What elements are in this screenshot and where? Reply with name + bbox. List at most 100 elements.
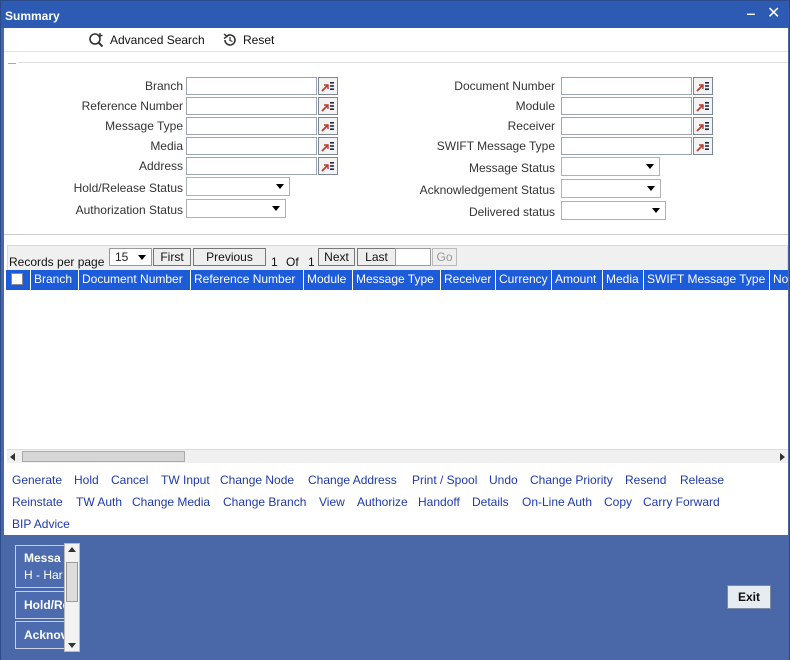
action-reinstate[interactable]: Reinstate: [12, 495, 63, 509]
module-lov-button[interactable]: [693, 97, 713, 115]
column-header[interactable]: Receiver: [440, 270, 495, 290]
acknowledgement-status-select[interactable]: [561, 179, 661, 198]
column-header[interactable]: No: [769, 270, 788, 290]
receiver-label: Receiver: [507, 119, 555, 133]
column-header[interactable]: Currency: [495, 270, 551, 290]
action-authorize[interactable]: Authorize: [357, 495, 408, 509]
action-change-priority[interactable]: Change Priority: [530, 473, 613, 487]
message-type-lov-button[interactable]: [318, 117, 338, 135]
media-input[interactable]: [186, 137, 317, 155]
hold-release-status-select[interactable]: [186, 177, 290, 196]
form-divider: [18, 62, 788, 63]
action-copy[interactable]: Copy: [604, 495, 632, 509]
swift-message-type-lov-button[interactable]: [693, 137, 713, 155]
scroll-left-icon[interactable]: [10, 453, 15, 461]
chevron-down-icon: [652, 208, 660, 213]
hold-release-status-label: Hold/Release Status: [73, 181, 183, 195]
media-lov-button[interactable]: [318, 137, 338, 155]
column-header[interactable]: Message Type: [352, 270, 440, 290]
address-input[interactable]: [186, 157, 317, 175]
list-of-values-icon: [321, 82, 334, 92]
branch-lov-button[interactable]: [318, 77, 338, 95]
document-number-input[interactable]: [561, 77, 692, 95]
column-header[interactable]: Document Number: [78, 270, 189, 290]
reference-number-lov-button[interactable]: [318, 97, 338, 115]
message-type-input[interactable]: [186, 117, 317, 135]
branch-input[interactable]: [186, 77, 317, 95]
column-header[interactable]: Branch: [30, 270, 77, 290]
last-page-button[interactable]: Last: [357, 248, 396, 266]
message-status-label: Message Status: [468, 161, 555, 175]
advanced-search-button[interactable]: Advanced Search: [88, 32, 205, 48]
address-lov-button[interactable]: [318, 157, 338, 175]
message-status-audit-box: Messa H - Har: [15, 545, 67, 588]
action-tw-input[interactable]: TW Input: [161, 473, 210, 487]
address-label: Address: [138, 159, 183, 173]
action-undo[interactable]: Undo: [489, 473, 518, 487]
go-button[interactable]: Go: [432, 248, 457, 266]
column-header[interactable]: SWIFT Message Type: [643, 270, 769, 290]
scroll-up-icon[interactable]: [68, 547, 76, 552]
exit-button[interactable]: Exit: [727, 585, 771, 609]
column-header[interactable]: Amount: [551, 270, 602, 290]
action-details[interactable]: Details: [472, 495, 509, 509]
action-change-media[interactable]: Change Media: [132, 495, 210, 509]
authorization-status-select[interactable]: [186, 199, 286, 218]
section-marker: [8, 63, 16, 64]
action-handoff[interactable]: Handoff: [418, 495, 460, 509]
chevron-down-icon: [138, 255, 146, 260]
reference-number-label: Reference Number: [81, 99, 183, 113]
list-of-values-icon: [696, 102, 709, 112]
receiver-input[interactable]: [561, 117, 692, 135]
action-resend[interactable]: Resend: [625, 473, 666, 487]
message-type-label: Message Type: [105, 119, 183, 133]
chevron-down-icon: [276, 184, 284, 189]
action-online-auth[interactable]: On-Line Auth: [522, 495, 592, 509]
next-page-button[interactable]: Next: [318, 248, 355, 266]
previous-page-button[interactable]: Previous: [193, 248, 266, 266]
action-change-node[interactable]: Change Node: [220, 473, 294, 487]
scrollbar-thumb[interactable]: [22, 451, 185, 462]
scrollbar-thumb[interactable]: [66, 562, 78, 602]
action-carry-forward[interactable]: Carry Forward: [643, 495, 720, 509]
horizontal-scrollbar[interactable]: [7, 449, 788, 463]
swift-message-type-input[interactable]: [561, 137, 692, 155]
reset-button[interactable]: Reset: [222, 32, 274, 48]
document-number-lov-button[interactable]: [693, 77, 713, 95]
module-input[interactable]: [561, 97, 692, 115]
action-print-spool[interactable]: Print / Spool: [412, 473, 477, 487]
select-all-checkbox[interactable]: [11, 273, 23, 285]
scroll-down-icon[interactable]: [68, 643, 76, 648]
reference-number-input[interactable]: [186, 97, 317, 115]
action-release[interactable]: Release: [680, 473, 724, 487]
message-status-select[interactable]: [561, 157, 660, 176]
document-number-label: Document Number: [454, 79, 555, 93]
close-icon[interactable]: ✕: [767, 3, 780, 23]
vertical-scrollbar[interactable]: [64, 543, 80, 652]
scroll-right-icon[interactable]: [780, 453, 785, 461]
delivered-status-select[interactable]: [561, 201, 666, 220]
receiver-lov-button[interactable]: [693, 117, 713, 135]
action-bip-advice[interactable]: BIP Advice: [12, 517, 70, 531]
action-hold[interactable]: Hold: [74, 473, 99, 487]
current-page: 1: [271, 255, 278, 269]
action-change-branch[interactable]: Change Branch: [223, 495, 306, 509]
records-per-page-select[interactable]: 15: [109, 248, 152, 266]
column-header[interactable]: Reference Number: [190, 270, 303, 290]
action-cancel[interactable]: Cancel: [111, 473, 148, 487]
minimize-icon[interactable]: ‒: [747, 5, 755, 21]
results-grid-header: Branch Document Number Reference Number …: [6, 270, 788, 290]
action-change-address[interactable]: Change Address: [308, 473, 397, 487]
module-label: Module: [515, 99, 555, 113]
column-header[interactable]: Module: [303, 270, 351, 290]
chevron-down-icon: [272, 206, 280, 211]
action-generate[interactable]: Generate: [12, 473, 62, 487]
action-tw-auth[interactable]: TW Auth: [76, 495, 122, 509]
summary-window: Summary ‒ ✕ Advanced Search Reset Branch…: [0, 0, 790, 660]
goto-page-input[interactable]: [395, 248, 431, 266]
audit-box-title: Hold/Re: [24, 598, 67, 612]
action-view[interactable]: View: [319, 495, 345, 509]
first-page-button[interactable]: First: [153, 248, 191, 266]
column-header[interactable]: Media: [602, 270, 643, 290]
advanced-search-label: Advanced Search: [110, 33, 205, 47]
